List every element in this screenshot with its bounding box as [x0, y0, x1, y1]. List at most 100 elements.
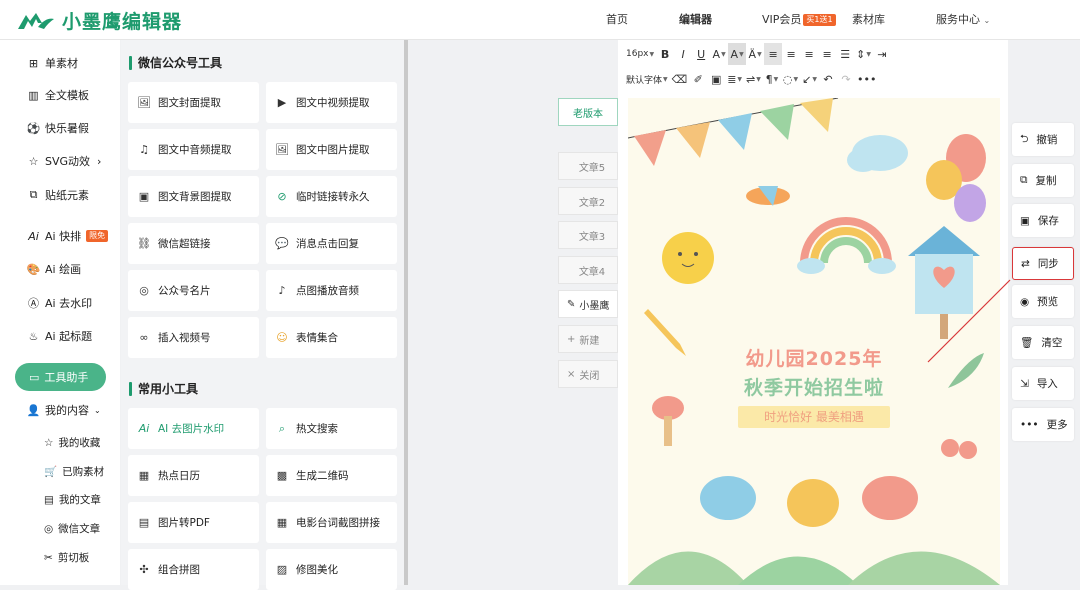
nav-library[interactable]: 素材库	[852, 0, 885, 40]
align-left-icon[interactable]: ≡	[764, 43, 783, 65]
tool-card[interactable]: ▣ 图文背景图提取	[128, 176, 259, 217]
new-article-button[interactable]: + 新建	[558, 325, 618, 353]
current-article-tab[interactable]: ✎ 小墨鹰	[558, 290, 618, 318]
article-tab[interactable]: 文章5	[558, 152, 618, 180]
tool-card[interactable]: ◎ 公众号名片	[128, 270, 259, 311]
sidebar-item-ai-watermark[interactable]: Ⓐ Ai 去水印	[27, 294, 92, 312]
font-color-icon[interactable]: A ▼	[710, 43, 728, 65]
my-content-toggle[interactable]: 👤 我的内容 ⌄	[27, 401, 101, 419]
tool-card[interactable]: 🖼 图文封面提取	[128, 82, 259, 123]
tool-card[interactable]: ♪ 点图播放音频	[266, 270, 397, 311]
align-right-icon[interactable]: ≡	[800, 43, 818, 65]
photo-edit-icon: ▨	[276, 563, 288, 576]
sync-button[interactable]: ⇄ 同步	[1012, 247, 1074, 280]
nav-editor[interactable]: 编辑器	[679, 0, 712, 40]
italic-icon[interactable]: I	[674, 43, 692, 65]
tool-card[interactable]: ▦ 热点日历	[128, 455, 259, 496]
panel-scrollbar[interactable]	[404, 40, 408, 585]
tool-card[interactable]: ⌕ 热文搜索	[266, 408, 397, 449]
sidebar-sub-favorites[interactable]: ☆ 我的收藏	[44, 435, 100, 450]
bold-icon[interactable]: B	[656, 43, 674, 65]
underline-icon[interactable]: U	[692, 43, 710, 65]
image-icon[interactable]: ▣	[707, 68, 725, 90]
indent-icon[interactable]: ☰	[836, 43, 854, 65]
sidebar-item-ai-title[interactable]: ♨ Ai 起标题	[27, 327, 93, 345]
poster-canvas[interactable]: 幼儿园2025年 秋季开始招生啦 时光恰好 最美相遇	[628, 98, 1000, 585]
article-tab[interactable]: 文章3	[558, 221, 618, 249]
action-label: 复制	[1035, 175, 1057, 187]
copy-button[interactable]: ⧉ 复制	[1012, 164, 1074, 197]
nav-vip[interactable]: VIP会员 买1送1	[762, 0, 836, 40]
divider-icon[interactable]: ≣ ▼	[725, 68, 744, 90]
font-family-select[interactable]: 默认字体 ▼	[624, 68, 670, 90]
align-center-icon[interactable]: ≡	[782, 43, 800, 65]
paragraph-icon[interactable]: ¶ ▼	[763, 68, 781, 90]
tool-card[interactable]: ▦ 电影台词截图拼接	[266, 502, 397, 543]
preview-button[interactable]: ◉ 预览	[1012, 285, 1074, 318]
sidebar-item-ai-layout[interactable]: Ai Ai 快排 限免	[27, 227, 109, 245]
more-icon[interactable]: •••	[855, 68, 878, 90]
tool-card[interactable]: ✣ 组合拼图	[128, 549, 259, 590]
highlight-icon[interactable]: A ▼	[728, 43, 747, 65]
sidebar-item-ai-draw[interactable]: 🎨 Ai 绘画	[27, 260, 81, 278]
logo[interactable]: 小墨鹰编辑器	[16, 7, 182, 34]
old-version-button[interactable]: 老版本	[558, 98, 618, 126]
tool-card[interactable]: 💬 消息点击回复	[266, 223, 397, 264]
align-justify-icon[interactable]: ≡	[818, 43, 836, 65]
sidebar-item-single[interactable]: ⊞ 单素材	[27, 54, 78, 72]
direction-icon[interactable]: ↙ ▼	[800, 68, 819, 90]
tool-card[interactable]: ⛓ 微信超链接	[128, 223, 259, 264]
channels-icon: ∞	[139, 331, 149, 344]
sidebar-item-template[interactable]: ▥ 全文模板	[27, 86, 89, 104]
line-height-icon[interactable]: ⇕ ▼	[854, 43, 873, 65]
nav-service[interactable]: 服务中心 ⌄	[936, 0, 990, 40]
nav-home[interactable]: 首页	[606, 0, 628, 40]
poster-title-line1[interactable]: 幼儿园2025年	[628, 344, 1000, 371]
brush-icon[interactable]: ✐	[689, 68, 707, 90]
save-icon: ▣	[1020, 214, 1030, 227]
top-bar: 小墨鹰编辑器 首页 编辑器 VIP会员 买1送1 素材库 服务中心 ⌄	[0, 0, 1080, 40]
sidebar-item-summer[interactable]: ⚽ 快乐暑假	[27, 119, 89, 137]
sidebar-sub-clipboard[interactable]: ✂ 剪切板	[44, 550, 89, 565]
eraser-icon[interactable]: ⌫	[670, 68, 690, 90]
tool-card[interactable]: ▨ 修图美化	[266, 549, 397, 590]
clear-button[interactable]: 🗑 清空	[1012, 326, 1074, 359]
tool-card[interactable]: ☺ 表情集合	[266, 317, 397, 358]
sidebar-sub-purchased[interactable]: 🛒 已购素材	[44, 464, 104, 479]
text-effect-icon[interactable]: Ä ▼	[746, 43, 764, 65]
close-article-button[interactable]: × 关闭	[558, 360, 618, 388]
poster-title-line2[interactable]: 秋季开始招生啦	[628, 373, 1000, 400]
card-icon: ◎	[139, 284, 149, 297]
tool-card[interactable]: ♫ 图文中音频提取	[128, 129, 259, 170]
tool-card[interactable]: ∞ 插入视频号	[128, 317, 259, 358]
tool-helper-button[interactable]: ▭ 工具助手	[15, 363, 106, 391]
action-label: 导入	[1036, 378, 1058, 390]
redo-icon[interactable]: ↷	[837, 68, 855, 90]
poster-slogan[interactable]: 时光恰好 最美相遇	[738, 406, 890, 428]
sidebar-sub-wechat[interactable]: ◎ 微信文章	[44, 521, 100, 536]
spacing-icon[interactable]: ⇌ ▼	[744, 68, 763, 90]
more-button[interactable]: ••• 更多	[1012, 408, 1074, 441]
tool-card[interactable]: ⊘ 临时链接转永久	[266, 176, 397, 217]
tool-card[interactable]: Ai AI 去图片水印	[128, 408, 259, 449]
undo-icon[interactable]: ↶	[819, 68, 837, 90]
tool-card[interactable]: ▶ 图文中视频提取	[266, 82, 397, 123]
sub-item-label: 我的收藏	[58, 437, 101, 449]
section-bar	[129, 381, 132, 396]
toolbar-row-1: 16px ▼ B I U A ▼ A ▼ Ä ▼ ≡ ≡ ≡ ≡ ☰ ⇕ ▼ ⇥	[618, 41, 1008, 67]
sidebar-item-sticker[interactable]: ⧉ 贴纸元素	[27, 186, 89, 204]
font-size-select[interactable]: 16px ▼	[624, 43, 656, 65]
save-button[interactable]: ▣ 保存	[1012, 204, 1074, 237]
tool-card[interactable]: ▩ 生成二维码	[266, 455, 397, 496]
tool-card[interactable]: 🖼 图文中图片提取	[266, 129, 397, 170]
article-tab[interactable]: 文章4	[558, 256, 618, 284]
tool-card[interactable]: ▤ 图片转PDF	[128, 502, 259, 543]
import-button[interactable]: ⇲ 导入	[1012, 367, 1074, 400]
grid-icon: ⊞	[28, 56, 39, 70]
sidebar-sub-articles[interactable]: ▤ 我的文章	[44, 492, 101, 507]
bulb-icon[interactable]: ◌ ▼	[781, 68, 800, 90]
sidebar-item-svg[interactable]: ☆ SVG动效 ›	[27, 152, 102, 170]
export-icon[interactable]: ⇥	[873, 43, 891, 65]
undo-button[interactable]: ⮌ 撤销	[1012, 123, 1074, 156]
article-tab[interactable]: 文章2	[558, 187, 618, 215]
